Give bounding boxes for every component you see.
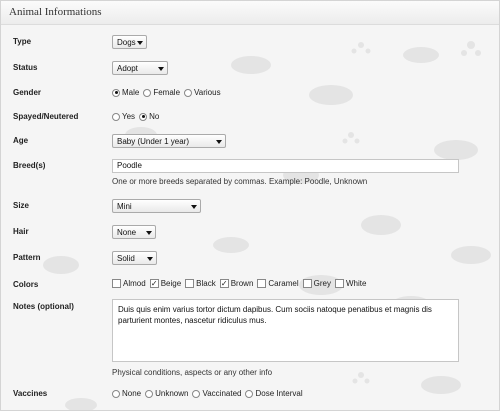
type-select-value: Dogs bbox=[117, 38, 136, 47]
pattern-label: Pattern bbox=[13, 253, 41, 262]
size-select-value: Mini bbox=[117, 202, 132, 211]
spayed-option-no[interactable]: No bbox=[139, 112, 159, 121]
radio-icon[interactable] bbox=[145, 389, 154, 398]
breeds-label: Breed(s) bbox=[13, 161, 46, 170]
vaccines-radio-group: None Unknown Vaccinated Dose Interval bbox=[112, 389, 307, 398]
gender-label: Gender bbox=[13, 88, 42, 97]
hair-row: Hair None bbox=[1, 225, 499, 239]
status-row: Status Adopt bbox=[1, 61, 499, 75]
spayed-option-yes[interactable]: Yes bbox=[112, 112, 135, 121]
status-select[interactable]: Adopt bbox=[112, 61, 168, 75]
radio-icon[interactable] bbox=[245, 389, 254, 398]
spayed-radio-group: Yes No bbox=[112, 112, 163, 121]
chevron-down-icon bbox=[216, 140, 222, 144]
radio-selected-icon[interactable] bbox=[112, 88, 120, 97]
chevron-down-icon bbox=[158, 67, 164, 71]
chevron-down-icon bbox=[147, 257, 153, 261]
age-select[interactable]: Baby (Under 1 year) bbox=[112, 134, 226, 148]
color-option-beige[interactable]: ✓ Beige bbox=[149, 279, 181, 288]
gender-option-various[interactable]: Various bbox=[184, 88, 221, 97]
checkbox-checked-icon[interactable]: ✓ bbox=[219, 279, 229, 288]
age-row: Age Baby (Under 1 year) bbox=[1, 134, 499, 148]
pattern-row: Pattern Solid bbox=[1, 251, 499, 265]
radio-icon[interactable] bbox=[112, 389, 120, 398]
type-select[interactable]: Dogs bbox=[112, 35, 147, 49]
color-option-caramel[interactable]: Caramel bbox=[257, 279, 299, 288]
vaccine-option-vaccinated[interactable]: Vaccinated bbox=[192, 389, 241, 398]
radio-icon[interactable] bbox=[184, 88, 193, 97]
breeds-input[interactable]: Poodle bbox=[112, 159, 459, 173]
hair-label: Hair bbox=[13, 227, 29, 236]
radio-icon[interactable] bbox=[192, 389, 201, 398]
color-option-white[interactable]: White bbox=[334, 279, 366, 288]
type-row: Type Dogs bbox=[1, 35, 499, 49]
chevron-down-icon bbox=[191, 205, 197, 209]
vaccines-label: Vaccines bbox=[13, 389, 48, 398]
pattern-select-value: Solid bbox=[117, 254, 135, 263]
size-label: Size bbox=[13, 201, 30, 210]
notes-hint: Physical conditions, aspects or any othe… bbox=[112, 368, 273, 377]
color-option-black[interactable]: Black bbox=[185, 279, 216, 288]
checkbox-icon[interactable] bbox=[112, 279, 121, 288]
chevron-down-icon bbox=[146, 231, 152, 235]
size-row: Size Mini bbox=[1, 199, 499, 213]
breeds-hint: One or more breeds separated by commas. … bbox=[112, 177, 368, 186]
status-label: Status bbox=[13, 63, 38, 72]
colors-label: Colors bbox=[13, 280, 39, 289]
gender-radio-group: Male Female Various bbox=[112, 88, 225, 97]
checkbox-icon[interactable] bbox=[334, 279, 344, 288]
checkbox-icon[interactable] bbox=[302, 279, 312, 288]
checkbox-checked-icon[interactable]: ✓ bbox=[149, 279, 159, 288]
hair-select[interactable]: None bbox=[112, 225, 156, 239]
color-option-almod[interactable]: Almod bbox=[112, 279, 146, 288]
gender-option-male[interactable]: Male bbox=[112, 88, 139, 97]
gender-option-female[interactable]: Female bbox=[143, 88, 180, 97]
chevron-down-icon bbox=[137, 41, 143, 45]
age-select-value: Baby (Under 1 year) bbox=[117, 137, 190, 146]
checkbox-icon[interactable] bbox=[185, 279, 195, 288]
checkbox-icon[interactable] bbox=[257, 279, 267, 288]
animal-info-panel: Animal Informations Type Dogs Status Ado… bbox=[0, 0, 500, 411]
color-option-brown[interactable]: ✓ Brown bbox=[219, 279, 253, 288]
colors-checkbox-group: Almod ✓ Beige Black ✓ Brown Caramel Grey W… bbox=[112, 279, 370, 288]
hair-select-value: None bbox=[117, 228, 137, 237]
radio-icon[interactable] bbox=[143, 88, 152, 97]
notes-label: Notes (optional) bbox=[13, 302, 74, 311]
size-select[interactable]: Mini bbox=[112, 199, 201, 213]
vaccine-option-none[interactable]: None bbox=[112, 389, 141, 398]
status-select-value: Adopt bbox=[117, 64, 138, 73]
radio-icon[interactable] bbox=[112, 112, 120, 121]
panel-title: Animal Informations bbox=[1, 1, 499, 25]
vaccine-option-dose-interval[interactable]: Dose Interval bbox=[245, 389, 303, 398]
spayed-label: Spayed/Neutered bbox=[13, 112, 79, 121]
type-label: Type bbox=[13, 37, 32, 46]
color-option-grey[interactable]: Grey bbox=[302, 279, 331, 288]
pattern-select[interactable]: Solid bbox=[112, 251, 157, 265]
age-label: Age bbox=[13, 136, 29, 145]
notes-textarea[interactable]: Duis quis enim varius tortor dictum dapi… bbox=[112, 299, 459, 362]
radio-selected-icon[interactable] bbox=[139, 112, 148, 121]
vaccine-option-unknown[interactable]: Unknown bbox=[145, 389, 188, 398]
